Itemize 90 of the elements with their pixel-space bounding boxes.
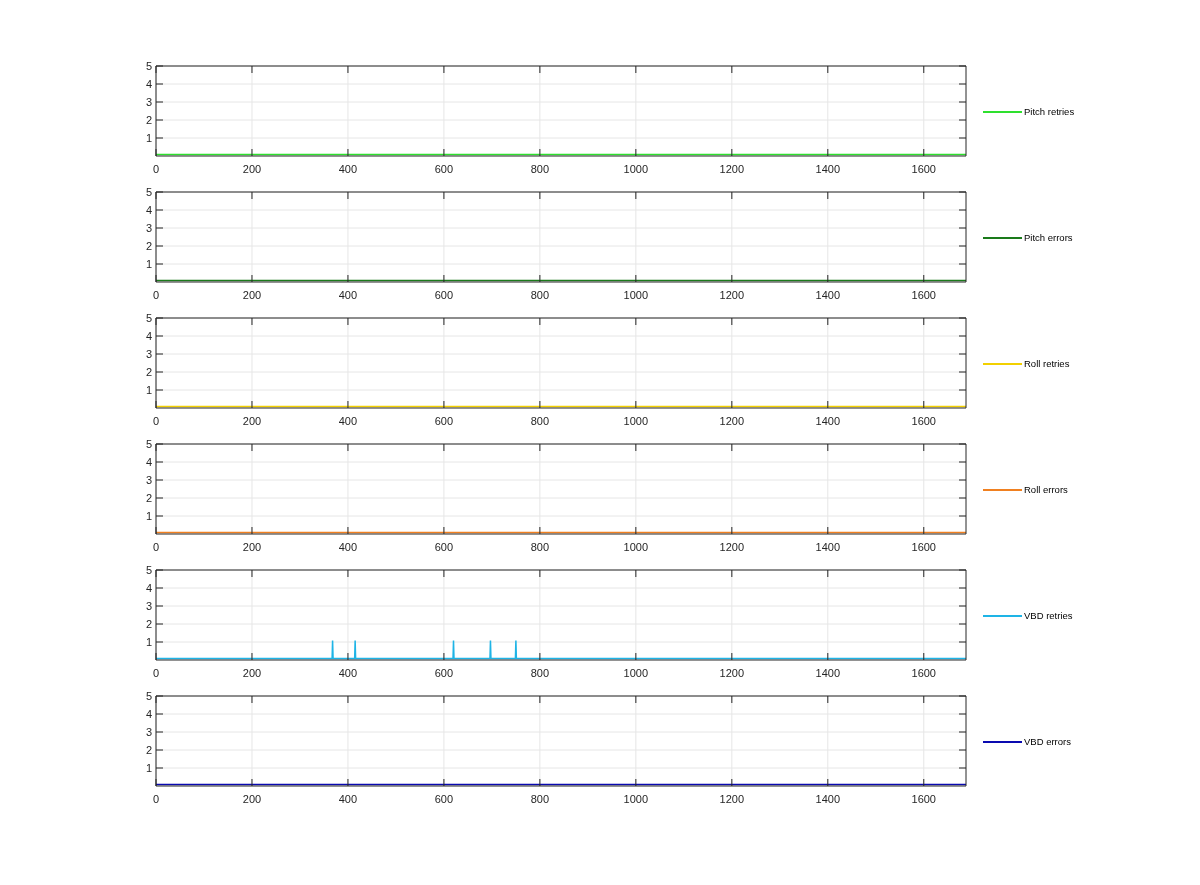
tick-label: 600	[434, 667, 454, 679]
tick-label: 5	[145, 60, 152, 72]
tick-label: 600	[434, 163, 454, 175]
tick-label: 800	[530, 793, 550, 805]
tick-label: 1600	[911, 163, 936, 175]
tick-label: 1000	[623, 793, 649, 805]
tick-label: 1	[145, 132, 152, 144]
tick-label: 0	[152, 667, 160, 679]
tick-label: 400	[338, 163, 358, 175]
legend-label: Pitch retries	[1024, 106, 1075, 117]
tick-label: 1200	[719, 793, 745, 805]
tick-label: 4	[145, 582, 152, 594]
tick-label: 200	[242, 667, 262, 679]
tick-label: 4	[145, 708, 152, 720]
tick-label: 2	[145, 114, 152, 126]
tick-label: 2	[145, 744, 152, 756]
tick-label: 800	[530, 163, 550, 175]
tick-label: 1400	[815, 793, 841, 805]
tick-label: 3	[145, 348, 152, 360]
tick-label: 200	[242, 793, 262, 805]
tick-label: 800	[530, 415, 550, 427]
tick-label: 2	[145, 618, 152, 630]
tick-label: 600	[434, 793, 454, 805]
tick-label: 5	[145, 564, 152, 576]
tick-label: 400	[338, 289, 358, 301]
tick-label: 5	[145, 186, 152, 198]
tick-label: 1	[145, 510, 152, 522]
legend-label: VBD retries	[1024, 610, 1073, 621]
legend-label: Roll errors	[1024, 484, 1068, 495]
tick-label: 2	[145, 492, 152, 504]
tick-label: 1200	[719, 541, 745, 553]
tick-label: 1200	[719, 289, 745, 301]
tick-label: 1000	[623, 163, 649, 175]
tick-label: 1	[145, 636, 152, 648]
tick-label: 4	[145, 330, 152, 342]
tick-label: 1600	[911, 415, 936, 427]
legend-label: Roll retries	[1024, 358, 1070, 369]
tick-label: 400	[338, 667, 358, 679]
tick-label: 1000	[623, 667, 649, 679]
tick-label: 0	[152, 541, 160, 553]
tick-label: 0	[152, 163, 160, 175]
tick-label: 1400	[815, 163, 841, 175]
tick-label: 4	[145, 204, 152, 216]
tick-label: 4	[145, 456, 152, 468]
tick-label: 1600	[911, 289, 936, 301]
tick-label: 200	[242, 289, 262, 301]
tick-label: 800	[530, 289, 550, 301]
tick-label: 2	[145, 366, 152, 378]
tick-label: 3	[145, 222, 152, 234]
tick-label: 1600	[911, 667, 936, 679]
tick-label: 1600	[911, 793, 936, 805]
tick-label: 1600	[911, 541, 936, 553]
tick-label: 800	[530, 541, 550, 553]
tick-label: 600	[434, 541, 454, 553]
legend-label: Pitch errors	[1024, 232, 1073, 243]
tick-label: 1400	[815, 415, 841, 427]
tick-label: 400	[338, 793, 358, 805]
tick-label: 1000	[623, 415, 649, 427]
tick-label: 3	[145, 726, 152, 738]
tick-label: 0	[152, 415, 160, 427]
tick-label: 200	[242, 163, 262, 175]
tick-label: 400	[338, 415, 358, 427]
tick-label: 200	[242, 541, 262, 553]
tick-label: 1400	[815, 667, 841, 679]
tick-label: 2	[145, 240, 152, 252]
tick-label: 0	[152, 793, 160, 805]
tick-label: 1200	[719, 163, 745, 175]
tick-label: 1200	[719, 415, 745, 427]
tick-label: 1000	[623, 541, 649, 553]
legend-label: VBD errors	[1024, 736, 1071, 747]
tick-label: 4	[145, 78, 152, 90]
tick-label: 1400	[815, 541, 841, 553]
tick-label: 200	[242, 415, 262, 427]
tick-label: 5	[145, 438, 152, 450]
tick-label: 1	[145, 258, 152, 270]
tick-label: 800	[530, 667, 550, 679]
tick-label: 400	[338, 541, 358, 553]
tick-label: 1	[145, 384, 152, 396]
tick-label: 1200	[719, 667, 745, 679]
tick-label: 1400	[815, 289, 841, 301]
tick-label: 3	[145, 474, 152, 486]
tick-label: 5	[145, 312, 152, 324]
tick-label: 1000	[623, 289, 649, 301]
tick-label: 5	[145, 690, 152, 702]
tick-label: 600	[434, 289, 454, 301]
tick-label: 1	[145, 762, 152, 774]
tick-label: 3	[145, 96, 152, 108]
tick-label: 600	[434, 415, 454, 427]
tick-label: 3	[145, 600, 152, 612]
tick-label: 0	[152, 289, 160, 301]
